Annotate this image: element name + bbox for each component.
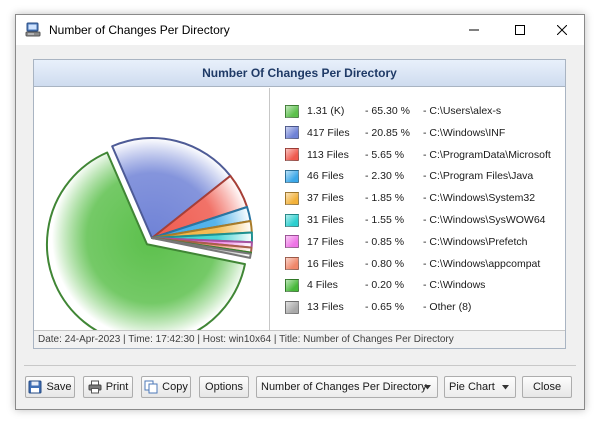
- legend-path: - C:\Windows\appcompat: [423, 257, 541, 270]
- legend-swatch: [285, 191, 299, 205]
- legend-item: 37 Files - 1.85 % - C:\Windows\System32: [285, 190, 535, 206]
- legend-item: 17 Files - 0.85 % - C:\Windows\Prefetch: [285, 234, 527, 250]
- legend-swatch: [285, 257, 299, 271]
- legend-swatch: [285, 235, 299, 249]
- minimize-button[interactable]: [452, 15, 496, 45]
- legend-item: 31 Files - 1.55 % - C:\Windows\SysWOW64: [285, 212, 546, 228]
- chart-type-value: Pie Chart: [449, 381, 495, 393]
- report-type-value: Number of Changes Per Directory: [261, 381, 427, 393]
- close-button[interactable]: Close: [522, 376, 572, 398]
- chart-type-select[interactable]: Pie Chart: [444, 376, 516, 398]
- legend-percent: - 0.20 %: [365, 279, 405, 292]
- copy-label: Copy: [162, 381, 188, 393]
- legend-percent: - 0.80 %: [365, 257, 405, 270]
- save-label: Save: [46, 381, 72, 393]
- chevron-down-icon: [502, 385, 509, 390]
- legend-path: - C:\Windows: [423, 279, 486, 292]
- legend-count: 17 Files: [307, 235, 344, 248]
- legend-count: 417 Files: [307, 126, 350, 139]
- window-title: Number of Changes Per Directory: [49, 23, 230, 37]
- legend-percent: - 65.30 %: [365, 105, 410, 117]
- legend-path: - C:\Users\alex-s: [423, 105, 502, 117]
- options-button[interactable]: Options: [199, 376, 249, 398]
- options-label: Options: [205, 381, 243, 393]
- legend-swatch: [285, 300, 299, 314]
- legend-item: 13 Files - 0.65 % - Other (8): [285, 299, 471, 315]
- legend-count: 16 Files: [307, 257, 344, 270]
- legend-count: 1.31 (K): [307, 105, 345, 117]
- pie-chart-area: [34, 88, 270, 346]
- legend-path: - C:\Program Files\Java: [423, 170, 534, 183]
- legend-path: - C:\ProgramData\Microsoft: [423, 148, 551, 161]
- legend-swatch: [285, 126, 299, 140]
- title-bar[interactable]: Number of Changes Per Directory: [16, 15, 584, 45]
- maximize-icon: [515, 25, 525, 35]
- legend-percent: - 2.30 %: [365, 170, 405, 183]
- legend-item: 1.31 (K) - 65.30 % - C:\Users\alex-s: [285, 103, 501, 119]
- printer-icon: [88, 380, 102, 394]
- legend-path: - C:\Windows\INF: [423, 126, 506, 139]
- legend-percent: - 1.85 %: [365, 192, 405, 205]
- close-window-button[interactable]: [540, 15, 584, 45]
- copy-button[interactable]: Copy: [141, 376, 191, 398]
- legend-percent: - 0.65 %: [365, 301, 405, 314]
- legend-path: - C:\Windows\Prefetch: [423, 235, 528, 248]
- legend-path: - C:\Windows\SysWOW64: [423, 214, 546, 226]
- close-icon: [557, 25, 567, 35]
- legend-count: 13 Files: [307, 301, 344, 314]
- legend-count: 46 Files: [307, 170, 344, 183]
- legend-count: 37 Files: [307, 192, 344, 205]
- legend-percent: - 1.55 %: [365, 214, 405, 226]
- legend-percent: - 20.85 %: [365, 126, 410, 139]
- legend-item: 417 Files - 20.85 % - C:\Windows\INF: [285, 125, 505, 141]
- legend-percent: - 5.65 %: [365, 148, 405, 161]
- legend-swatch: [285, 104, 299, 118]
- legend-swatch: [285, 278, 299, 292]
- legend-path: - C:\Windows\System32: [423, 192, 536, 205]
- report-type-select[interactable]: Number of Changes Per Directory: [256, 376, 438, 398]
- print-button[interactable]: Print: [83, 376, 133, 398]
- chart-title: Number Of Changes Per Directory: [34, 60, 565, 87]
- save-button[interactable]: Save: [25, 376, 75, 398]
- legend-count: 113 Files: [307, 148, 349, 161]
- legend-count: 31 Files: [307, 214, 344, 226]
- pie-chart: [45, 137, 253, 346]
- legend-swatch: [285, 169, 299, 183]
- copy-icon: [144, 380, 158, 394]
- report-footer: Date: 24-Apr-2023 | Time: 17:42:30 | Hos…: [34, 330, 565, 348]
- legend-count: 4 Files: [307, 279, 338, 292]
- report-panel: Number Of Changes Per Directory 1.31 (K)…: [33, 59, 566, 349]
- maximize-button[interactable]: [498, 15, 542, 45]
- legend-swatch: [285, 213, 299, 227]
- floppy-disk-icon: [28, 380, 42, 394]
- report-window: Number of Changes Per Directory Number O…: [15, 14, 585, 410]
- legend-percent: - 0.85 %: [365, 235, 405, 248]
- legend-item: 16 Files - 0.80 % - C:\Windows\appcompat: [285, 256, 540, 272]
- legend-item: 4 Files - 0.20 % - C:\Windows: [285, 277, 485, 293]
- legend-path: - Other (8): [423, 301, 472, 314]
- legend-item: 113 Files - 5.65 % - C:\ProgramData\Micros…: [285, 147, 551, 163]
- separator: [24, 365, 576, 366]
- chevron-down-icon: [424, 385, 431, 390]
- print-label: Print: [105, 381, 129, 393]
- minimize-icon: [469, 29, 479, 31]
- legend-item: 46 Files - 2.30 % - C:\Program Files\Java: [285, 168, 533, 184]
- close-label: Close: [532, 381, 562, 393]
- chart-legend: 1.31 (K) - 65.30 % - C:\Users\alex-s 417 Fi…: [271, 88, 565, 330]
- legend-swatch: [285, 148, 299, 162]
- app-icon: [25, 22, 41, 38]
